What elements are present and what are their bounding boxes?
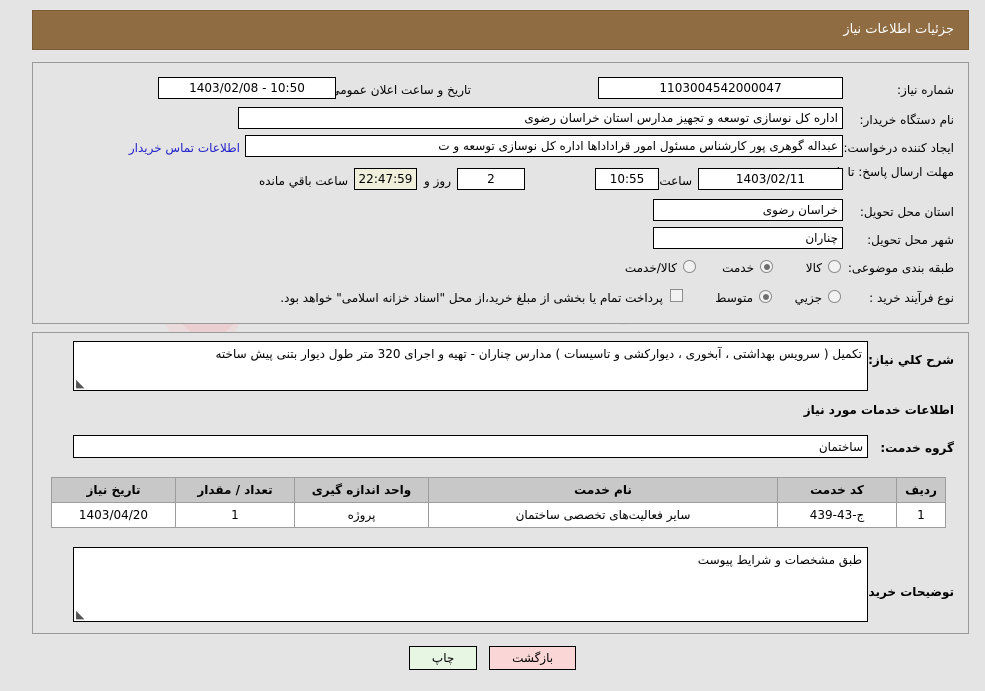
print-button[interactable]: چاپ [408, 646, 478, 670]
need-number-label: شماره نیاز: [897, 83, 954, 97]
deadline-label: مهلت ارسال پاسخ: تا تاریخ: [815, 165, 954, 179]
cell-code: ج-43-439 [777, 502, 897, 528]
treasury-checkbox[interactable] [670, 289, 683, 302]
cell-quantity: 1 [175, 502, 295, 528]
category-label: طبقه بندی موضوعی: [847, 261, 954, 275]
category-radio-1-label: خدمت [722, 261, 754, 275]
cell-unit: پروژه [294, 502, 429, 528]
action-button-bar: بازگشت چاپ [0, 646, 985, 670]
notes-textarea[interactable]: طبق مشخصات و شرایط پیوست ◢ [73, 547, 868, 622]
city-field[interactable]: چناران [653, 227, 843, 249]
col-quantity: تعداد / مقدار [175, 477, 295, 503]
announce-date-field[interactable]: 1403/02/08 - 10:50 [158, 77, 336, 99]
services-table: ردیف کد خدمت نام خدمت واحد اندازه گیری ت… [51, 477, 946, 528]
announce-label: تاریخ و ساعت اعلان عمومی: [326, 83, 471, 97]
page-title: جزئیات اطلاعات نیاز [843, 22, 954, 37]
service-group-field[interactable]: ساختمان [73, 435, 868, 458]
process-label: نوع فرآیند خرید : [869, 291, 954, 305]
services-table-wrapper: ردیف کد خدمت نام خدمت واحد اندازه گیری ت… [51, 477, 946, 528]
need-details-panel: شرح کلي نیاز: تکمیل ( سرویس بهداشتی ، آب… [32, 332, 969, 634]
remaining-days-field[interactable]: 2 [457, 168, 525, 190]
resize-grip-icon-notes[interactable]: ◢ [76, 608, 86, 621]
category-radio-2-label: کالا/خدمت [624, 261, 677, 275]
category-radio-0-label: کالا [805, 261, 822, 275]
process-radio-0[interactable] [828, 290, 841, 303]
description-label: شرح کلي نیاز: [868, 353, 954, 367]
remaining-days-label: روز و [424, 174, 451, 188]
deadline-date-field[interactable]: 1403/02/11 [698, 168, 843, 190]
col-index: ردیف [896, 477, 946, 503]
col-code: کد خدمت [777, 477, 897, 503]
back-button[interactable]: بازگشت [489, 646, 577, 670]
category-radio-2[interactable] [683, 260, 696, 273]
need-number-field[interactable]: 1103004542000047 [598, 77, 843, 99]
requester-field[interactable]: عبداله گوهری پور کارشناس مسئول امور قراد… [245, 135, 843, 157]
cell-name: سایر فعالیت‌های تخصصی ساختمان [428, 502, 778, 528]
remaining-suffix-label: ساعت باقي مانده [258, 174, 348, 188]
province-label: استان محل تحویل: [859, 205, 954, 219]
process-radio-1-label: متوسط [715, 291, 753, 305]
province-field[interactable]: خراسان رضوی [653, 199, 843, 221]
deadline-time-field[interactable]: 10:55 [595, 168, 659, 190]
category-radio-0[interactable] [828, 260, 841, 273]
page-header: جزئیات اطلاعات نیاز [32, 10, 969, 50]
services-section-title: اطلاعات خدمات مورد نیاز [803, 403, 954, 417]
cell-index: 1 [896, 502, 946, 528]
deadline-time-label: ساعت [659, 174, 692, 188]
service-group-label: گروه خدمت: [880, 441, 954, 455]
requester-label: ایجاد کننده درخواست: [843, 141, 954, 155]
col-name: نام خدمت [428, 477, 778, 503]
resize-grip-icon[interactable]: ◢ [76, 377, 86, 390]
city-label: شهر محل تحویل: [867, 233, 954, 247]
table-row[interactable]: 1 ج-43-439 سایر فعالیت‌های تخصصی ساختمان… [51, 502, 946, 528]
need-info-panel: شماره نیاز: 1103004542000047 تاریخ و ساع… [32, 62, 969, 324]
col-date: تاریخ نیاز [51, 477, 176, 503]
description-textarea[interactable]: تکمیل ( سرویس بهداشتی ، آبخوری ، دیوارکش… [73, 341, 868, 391]
buyer-org-field[interactable]: اداره کل نوسازی توسعه و تجهیز مدارس استا… [238, 107, 843, 129]
process-radio-1[interactable] [759, 290, 772, 303]
remaining-countdown-field: 22:47:59 [354, 168, 417, 190]
table-header-row: ردیف کد خدمت نام خدمت واحد اندازه گیری ت… [51, 477, 946, 503]
col-unit: واحد اندازه گیری [294, 477, 429, 503]
description-text: تکمیل ( سرویس بهداشتی ، آبخوری ، دیوارکش… [215, 347, 863, 361]
cell-date: 1403/04/20 [51, 502, 176, 528]
process-radio-0-label: جزیي [794, 291, 822, 305]
buyer-org-label: نام دستگاه خریدار: [859, 113, 955, 127]
notes-text: طبق مشخصات و شرایط پیوست [697, 553, 862, 567]
treasury-checkbox-label: پرداخت تمام یا بخشی از مبلغ خرید،از محل … [280, 291, 663, 305]
buyer-contact-link[interactable]: اطلاعات تماس خریدار [129, 141, 240, 155]
category-radio-1[interactable] [760, 260, 773, 273]
